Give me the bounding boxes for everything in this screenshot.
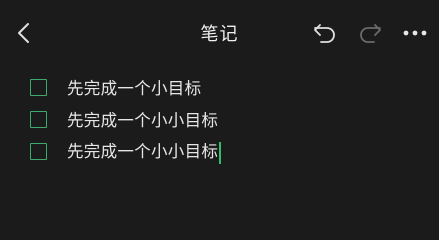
- checklist-item[interactable]: 先完成一个小小目标: [30, 136, 410, 166]
- checkbox[interactable]: [30, 142, 47, 160]
- checklist-item[interactable]: 先完成一个小目标: [30, 72, 410, 102]
- checklist-item-text[interactable]: 先完成一个小小目标: [67, 142, 218, 161]
- checkbox[interactable]: [30, 78, 47, 96]
- checklist-item-text[interactable]: 先完成一个小目标: [67, 75, 201, 99]
- undo-icon: [314, 24, 335, 43]
- more-dots-icon: [403, 30, 427, 36]
- checklist-item-text[interactable]: 先完成一个小小目标: [67, 107, 218, 131]
- redo-icon: [360, 24, 381, 43]
- checklist-item-text-active[interactable]: 先完成一个小小目标: [67, 138, 222, 164]
- undo-button[interactable]: [310, 19, 340, 47]
- note-editor-screen: 笔记 先完成一个小目标 先完成一个小小目标 先完成一个小小目标: [0, 0, 439, 236]
- text-cursor: [219, 141, 222, 164]
- top-nav-bar: 笔记: [0, 0, 439, 66]
- redo-button[interactable]: [355, 19, 385, 47]
- more-options-button[interactable]: [400, 19, 430, 47]
- checklist-item[interactable]: 先完成一个小小目标: [30, 104, 410, 134]
- checkbox[interactable]: [30, 110, 47, 128]
